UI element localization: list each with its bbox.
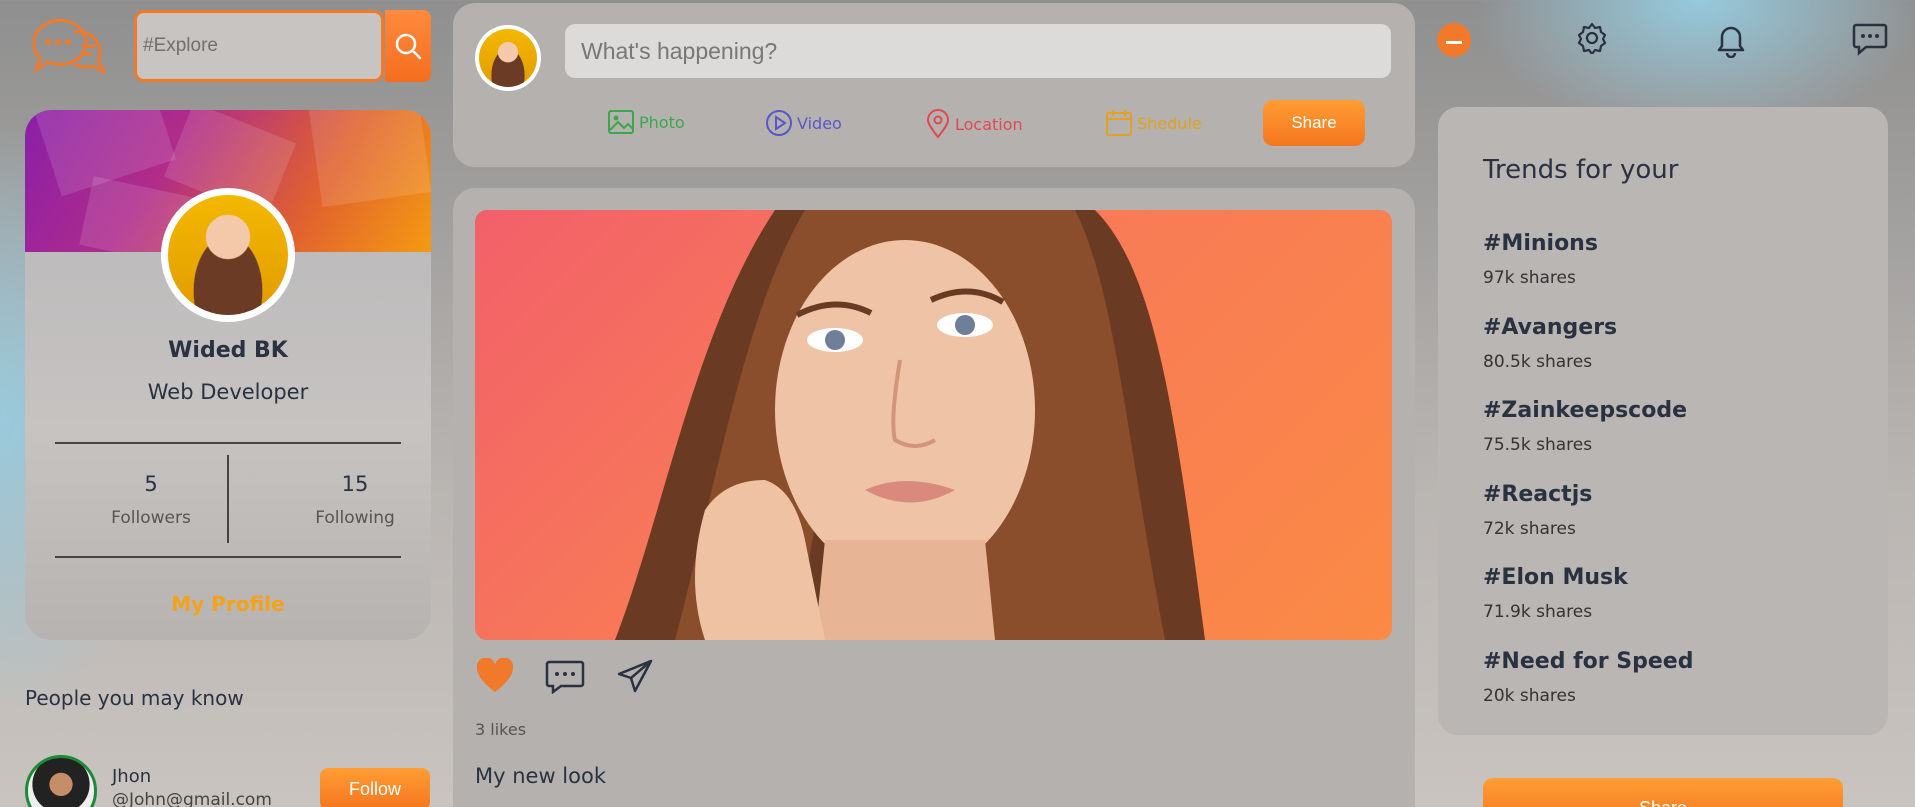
divider — [55, 442, 401, 444]
trend-tag: #Zainkeepscode — [1483, 398, 1687, 423]
send-icon[interactable] — [615, 658, 655, 694]
comment-icon[interactable] — [545, 658, 585, 694]
post-caption: My new look — [475, 764, 606, 788]
trend-tag: #Minions — [1483, 231, 1598, 256]
trend-item[interactable]: #Need for Speed 20k shares — [1483, 649, 1693, 706]
trend-item[interactable]: #Reactjs 72k shares — [1483, 482, 1592, 539]
video-icon — [766, 110, 792, 136]
chat-icon — [1852, 23, 1888, 56]
post-card: 3 likes My new look — [453, 188, 1415, 807]
calendar-icon — [1106, 110, 1132, 136]
trend-item[interactable]: #Avangers 80.5k shares — [1483, 315, 1617, 372]
likes-count: 3 likes — [475, 720, 527, 739]
avatar[interactable] — [475, 25, 541, 91]
location-icon — [926, 109, 950, 139]
followers-label: Followers — [111, 508, 191, 528]
post-composer: Photo Video Location Shedule Share — [453, 3, 1415, 167]
trend-tag: #Elon Musk — [1483, 565, 1628, 590]
following-label: Following — [315, 508, 395, 528]
share-button[interactable]: Share — [1483, 778, 1843, 807]
video-label: Video — [797, 113, 842, 133]
schedule-option[interactable]: Shedule — [1105, 109, 1202, 137]
person-handle: @John@gmail.com — [112, 790, 272, 807]
trend-shares: 97k shares — [1483, 268, 1576, 288]
profile-card: Wided BK Web Developer 5 Followers 15 Fo… — [25, 110, 431, 640]
people-you-may-know-title: People you may know — [25, 686, 244, 710]
profile-name: Wided BK — [168, 338, 288, 363]
my-profile-link[interactable]: My Profile — [25, 592, 431, 616]
trend-shares: 20k shares — [1483, 686, 1576, 706]
status-input[interactable] — [565, 24, 1391, 78]
photo-icon — [608, 110, 634, 134]
trend-shares: 71.9k shares — [1483, 602, 1593, 622]
avatar[interactable] — [25, 755, 97, 807]
trend-shares: 72k shares — [1483, 519, 1576, 539]
notifications-button[interactable] — [1714, 22, 1748, 62]
divider — [55, 556, 401, 558]
home-button[interactable] — [1436, 22, 1472, 62]
trend-shares: 75.5k shares — [1483, 435, 1593, 455]
trends-title: Trends for your — [1483, 155, 1679, 185]
photo-option[interactable]: Photo — [607, 109, 685, 135]
profile-role: Web Developer — [147, 380, 309, 404]
trend-shares: 80.5k shares — [1483, 352, 1593, 372]
trend-item[interactable]: #Zainkeepscode 75.5k shares — [1483, 398, 1687, 455]
following-count: 15 — [341, 472, 369, 496]
search-input[interactable] — [143, 35, 381, 57]
search-field[interactable] — [134, 10, 384, 82]
video-option[interactable]: Video — [765, 109, 842, 137]
location-option[interactable]: Location — [925, 109, 1023, 139]
search-button[interactable] — [385, 10, 431, 82]
share-button[interactable]: Share — [1263, 100, 1365, 146]
followers-count: 5 — [144, 472, 158, 496]
gear-icon — [1577, 22, 1607, 56]
trend-item[interactable]: #Elon Musk 71.9k shares — [1483, 565, 1628, 622]
trend-item[interactable]: #Minions 97k shares — [1483, 231, 1598, 288]
settings-button[interactable] — [1576, 22, 1608, 58]
follow-button[interactable]: Follow — [320, 768, 430, 807]
trend-tag: #Need for Speed — [1483, 649, 1694, 674]
divider — [227, 455, 229, 543]
home-icon — [1437, 23, 1471, 57]
person-name: Jhon — [112, 766, 152, 787]
location-label: Location — [955, 114, 1023, 134]
bell-icon — [1717, 26, 1745, 59]
profile-avatar[interactable] — [161, 188, 295, 322]
trend-tag: #Reactjs — [1483, 482, 1593, 507]
messages-button[interactable] — [1852, 22, 1888, 60]
trend-tag: #Avangers — [1483, 315, 1618, 340]
schedule-label: Shedule — [1137, 113, 1202, 133]
heart-icon[interactable] — [475, 658, 515, 694]
trends-card: Trends for your #Minions 97k shares #Ava… — [1438, 107, 1888, 735]
photo-label: Photo — [639, 112, 685, 132]
post-image[interactable] — [475, 210, 1392, 640]
app-logo — [26, 12, 108, 82]
search-icon — [395, 33, 422, 60]
